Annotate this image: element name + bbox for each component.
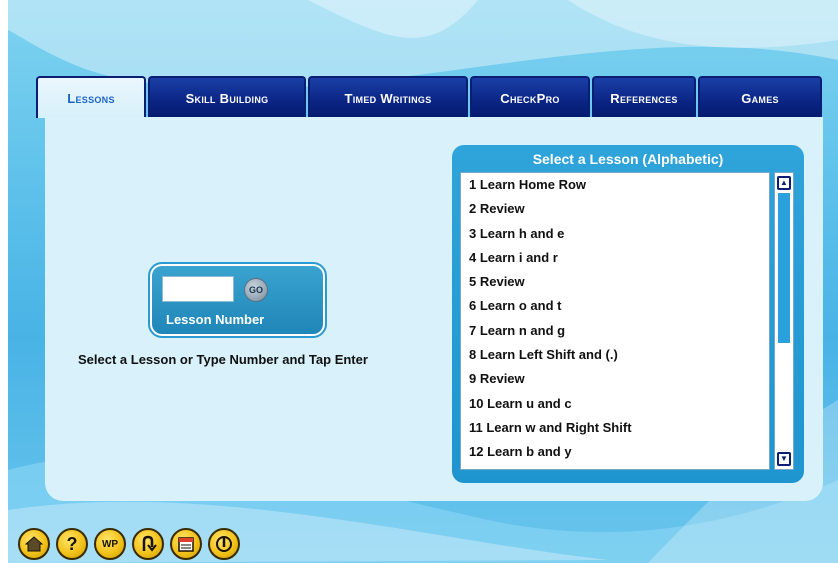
lesson-list-item[interactable]: 1 Learn Home Row — [461, 173, 769, 197]
lesson-list-item[interactable]: 2 Review — [461, 197, 769, 221]
lesson-list-item[interactable]: 8 Learn Left Shift and (.) — [461, 343, 769, 367]
question-icon: ? — [66, 533, 78, 554]
tab-checkpro[interactable]: CheckPro — [470, 76, 590, 118]
return-button[interactable] — [132, 528, 164, 560]
lesson-list-item[interactable]: 5 Review — [461, 270, 769, 294]
lesson-list-panel: Select a Lesson (Alphabetic) 1 Learn Hom… — [452, 145, 804, 483]
lesson-number-label: Lesson Number — [166, 312, 265, 327]
power-button[interactable] — [208, 528, 240, 560]
u-turn-icon — [142, 535, 157, 552]
lesson-number-widget: GO Lesson Number — [148, 262, 327, 338]
scroll-down-icon[interactable]: ▼ — [777, 452, 791, 466]
lesson-list-item[interactable]: 9 Review — [461, 367, 769, 391]
lesson-list-item[interactable]: 7 Learn n and g — [461, 319, 769, 343]
app-window: Lessons Skill Building Timed Writings Ch… — [8, 0, 838, 563]
scroll-up-icon[interactable]: ▲ — [777, 176, 791, 190]
notes-button[interactable] — [170, 528, 202, 560]
home-icon — [25, 536, 43, 552]
lesson-list-scrollbar[interactable]: ▲ ▼ — [774, 172, 794, 470]
lesson-list-item[interactable]: 12 Learn b and y — [461, 440, 769, 464]
lesson-list-title: Select a Lesson (Alphabetic) — [532, 151, 724, 167]
wp-icon: WP — [101, 538, 119, 550]
help-button[interactable]: ? — [56, 528, 88, 560]
tab-skill-building[interactable]: Skill Building — [148, 76, 306, 118]
lesson-list-item[interactable]: 3 Learn h and e — [461, 222, 769, 246]
lesson-list-item[interactable]: 10 Learn u and c — [461, 392, 769, 416]
lesson-number-input[interactable] — [162, 276, 234, 302]
tab-lessons[interactable]: Lessons — [36, 76, 146, 118]
home-button[interactable] — [18, 528, 50, 560]
power-icon — [216, 536, 232, 552]
lesson-list-item[interactable]: 11 Learn w and Right Shift — [461, 416, 769, 440]
lesson-list-item[interactable]: 4 Learn i and r — [461, 246, 769, 270]
go-button[interactable]: GO — [244, 278, 268, 302]
notepad-icon — [178, 537, 194, 552]
scrollbar-thumb[interactable] — [778, 193, 790, 343]
word-processor-button[interactable]: WP — [94, 528, 126, 560]
tab-games[interactable]: Games — [698, 76, 822, 118]
tab-timed-writings[interactable]: Timed Writings — [308, 76, 468, 118]
instruction-text: Select a Lesson or Type Number and Tap E… — [78, 352, 368, 367]
tab-references[interactable]: References — [592, 76, 696, 118]
lesson-list-item[interactable]: 6 Learn o and t — [461, 294, 769, 318]
lesson-listbox[interactable]: 1 Learn Home Row 2 Review 3 Learn h and … — [460, 172, 770, 470]
